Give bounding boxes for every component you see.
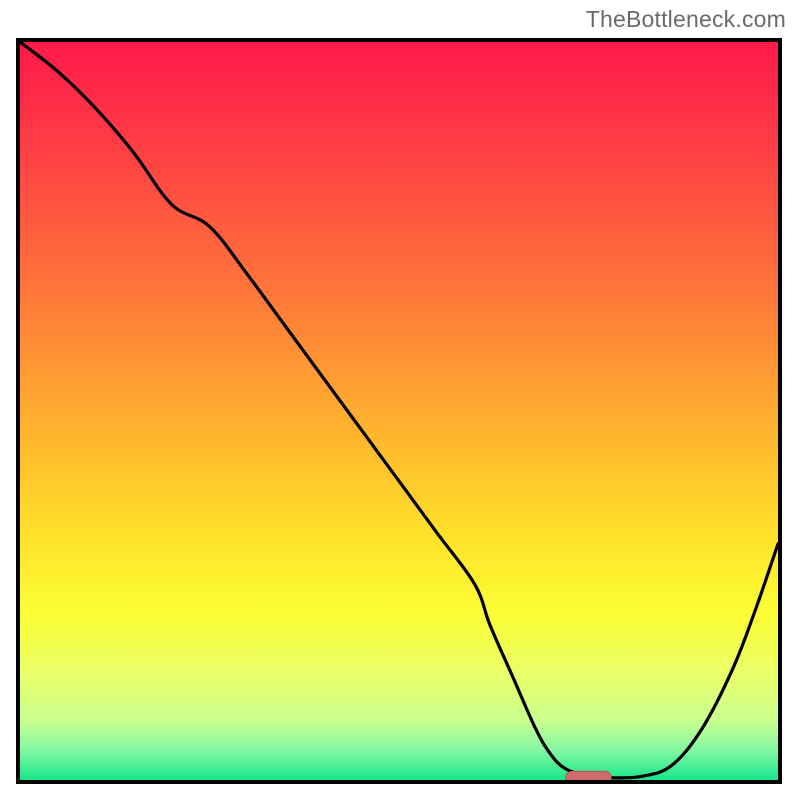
- chart-frame: TheBottleneck.com: [0, 0, 800, 800]
- optimal-marker: [566, 771, 611, 780]
- plot-area: [16, 38, 782, 784]
- bottleneck-curve-svg: [20, 42, 778, 780]
- watermark-label: TheBottleneck.com: [586, 6, 786, 33]
